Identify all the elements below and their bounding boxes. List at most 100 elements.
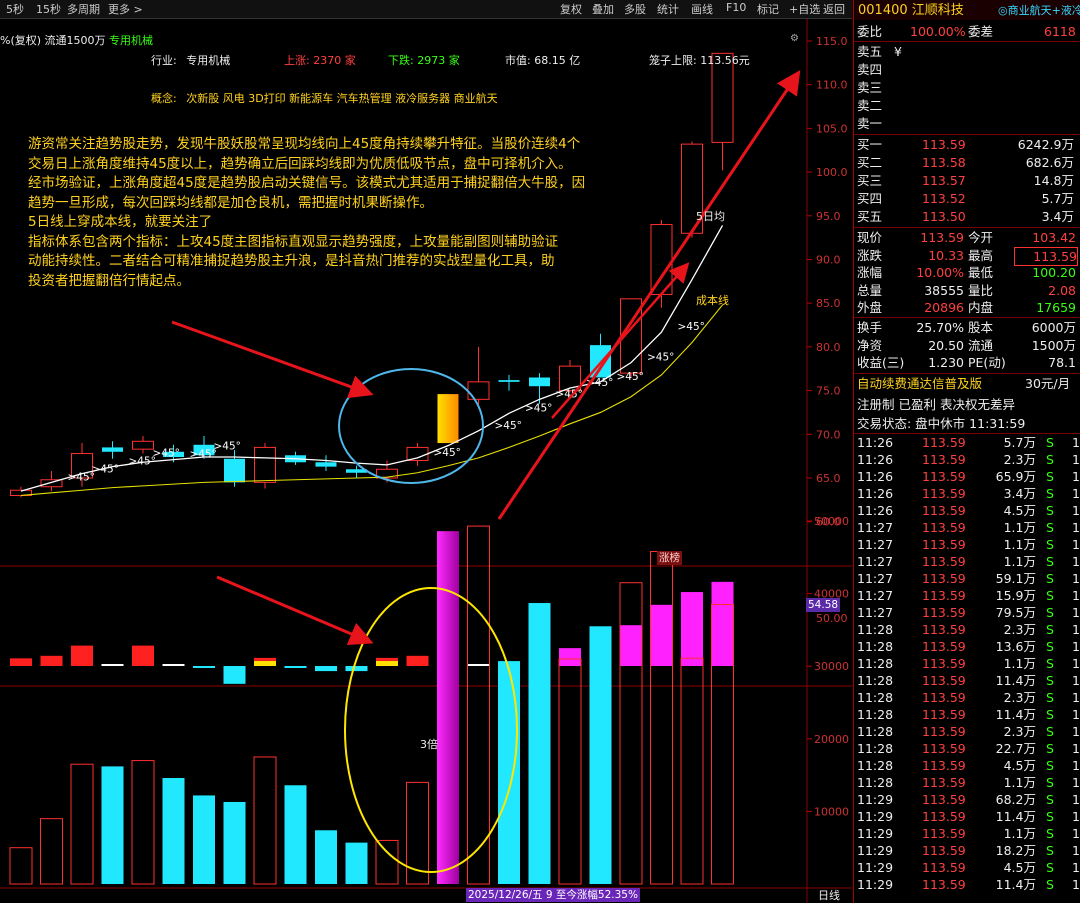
multi-stock-button[interactable]: 多股 [624,1,646,17]
tick-count: 1 [1072,571,1080,586]
tick-count: 1 [1072,792,1080,807]
tick-time: 11:29 [857,792,894,807]
tick-volume: 3.4万 [1003,486,1036,501]
tick-count: 1 [1072,656,1080,671]
stock-tag[interactable]: ◎商业航天+液冷 [998,2,1080,19]
tick-volume: 22.7万 [995,741,1036,756]
indicator-bar [376,660,398,666]
tick-time: 11:26 [857,469,894,484]
stat-label: 现价 [857,230,883,245]
industry-value[interactable]: 专用机械 [186,54,230,67]
tick-time: 11:28 [857,639,894,654]
tick-volume: 2.3万 [1003,452,1036,467]
stat-value: 113.59 [920,230,964,245]
tick-side: S [1046,877,1054,892]
tick-side: S [1046,656,1054,671]
tick-volume: 13.6万 [995,639,1036,654]
ma5-label: 5日均 [696,210,725,223]
strategy-annotation: 游资常关注趋势股走势，发现牛股妖股常呈现均线向上45度角持续攀升特征。当股价连续… [28,135,668,291]
title-sector[interactable]: 专用机械 [109,34,153,47]
back-button[interactable]: 返回 [823,1,845,17]
volume-bar-down [284,785,307,884]
industry-label: 行业: [151,54,177,67]
volume-bar-down [345,842,368,884]
tick-volume: 59.1万 [995,571,1036,586]
overlay-button[interactable]: 叠加 [592,1,614,17]
indicator-bar [193,666,215,668]
buy-level-price[interactable]: 113.58 [922,154,966,171]
indicator-bar-cap [376,657,398,661]
tick-price: 113.59 [922,469,966,484]
tick-volume: 1.1万 [1003,656,1036,671]
ad-price[interactable]: 30元/月 [1025,375,1070,392]
tick-count: 1 [1072,520,1080,535]
stat-value: 2.08 [1048,282,1076,298]
tick-time: 11:28 [857,775,894,790]
period-5s[interactable]: 5秒 [6,1,24,17]
buy-level-price[interactable]: 113.50 [922,208,966,225]
volume-tick-label: 30000 [814,660,849,673]
volume-bar-down [223,801,246,884]
tick-count: 1 [1072,741,1080,756]
tick-price: 113.59 [922,792,966,807]
indicator-bar [162,664,185,666]
settings-icon[interactable]: ⚙ [790,30,799,47]
period-toolbar: 5秒 15秒 多周期 更多 > 复权 叠加 多股 统计 画线 F10 标记 +自… [0,0,852,19]
up-count: 上涨: 2370 家 [284,54,356,67]
tick-price: 113.59 [922,452,966,467]
candle-up [132,440,154,450]
price-tick-label: 85.0 [816,297,841,310]
weicha-value: 6118 [1044,24,1076,39]
tick-price: 113.59 [922,435,966,450]
tick-price: 113.59 [922,622,966,637]
tick-volume: 11.4万 [995,673,1036,688]
tick-side: S [1046,520,1054,535]
add-watchlist-button[interactable]: +自选 [789,1,820,17]
adjust-button[interactable]: 复权 [560,1,582,17]
f10-button[interactable]: F10 [726,1,746,14]
more-button[interactable]: 更多 > [108,1,143,17]
tick-side: S [1046,826,1054,841]
stats-button[interactable]: 统计 [657,1,679,17]
multi-period-button[interactable]: 多周期 [67,1,100,17]
tick-volume: 4.5万 [1003,860,1036,875]
indicator-bar [284,666,307,668]
concept-list[interactable]: 次新股 风电 3D打印 新能源车 汽车热管理 液冷服务器 商业航天 [186,92,497,105]
price-tick-label: 65.0 [816,472,841,485]
stat-label: 涨跌 [857,247,883,263]
volume-bar-up [680,657,704,885]
buy-level-price[interactable]: 113.59 [922,136,966,153]
tick-time: 11:26 [857,452,894,467]
buy-level-price[interactable]: 113.52 [922,190,966,207]
price-tick-label: 110.0 [816,79,848,92]
volume-bar-limit [437,531,459,884]
indicator-bar [559,648,581,666]
tick-count: 1 [1072,877,1080,892]
tick-side: S [1046,690,1054,705]
stat-value: 1.230 [928,355,964,370]
candle-down [498,380,520,382]
price-tick-label: 95.0 [816,210,841,223]
sell-level-label: 卖五 [857,44,883,59]
cost-line-label: 成本线 [696,294,729,307]
draw-button[interactable]: 画线 [691,1,713,17]
deg-45-label: >45° [214,441,241,453]
volume-bar-down [101,766,124,884]
tick-count: 1 [1072,707,1080,722]
indicator-bar [315,666,337,672]
zhangbang-tag[interactable]: 涨榜 [657,551,682,565]
tick-price: 113.59 [922,554,966,569]
tick-price: 113.59 [922,656,966,671]
volume-tick-label: 10000 [814,805,849,818]
indicator-bar [345,666,368,672]
mark-button[interactable]: 标记 [757,1,779,17]
buy-level-price[interactable]: 113.57 [922,172,966,189]
ad-subscription[interactable]: 自动续费通达信普及版 [857,375,982,392]
stock-code-name[interactable]: 001400 江顺科技 [858,2,964,19]
period-15s[interactable]: 15秒 [36,1,61,17]
tick-volume: 4.5万 [1003,758,1036,773]
candle-up [254,446,276,483]
tick-volume: 11.4万 [995,809,1036,824]
highlight-ellipse-yellow [344,587,518,873]
period-label[interactable]: 日线 [818,889,840,903]
